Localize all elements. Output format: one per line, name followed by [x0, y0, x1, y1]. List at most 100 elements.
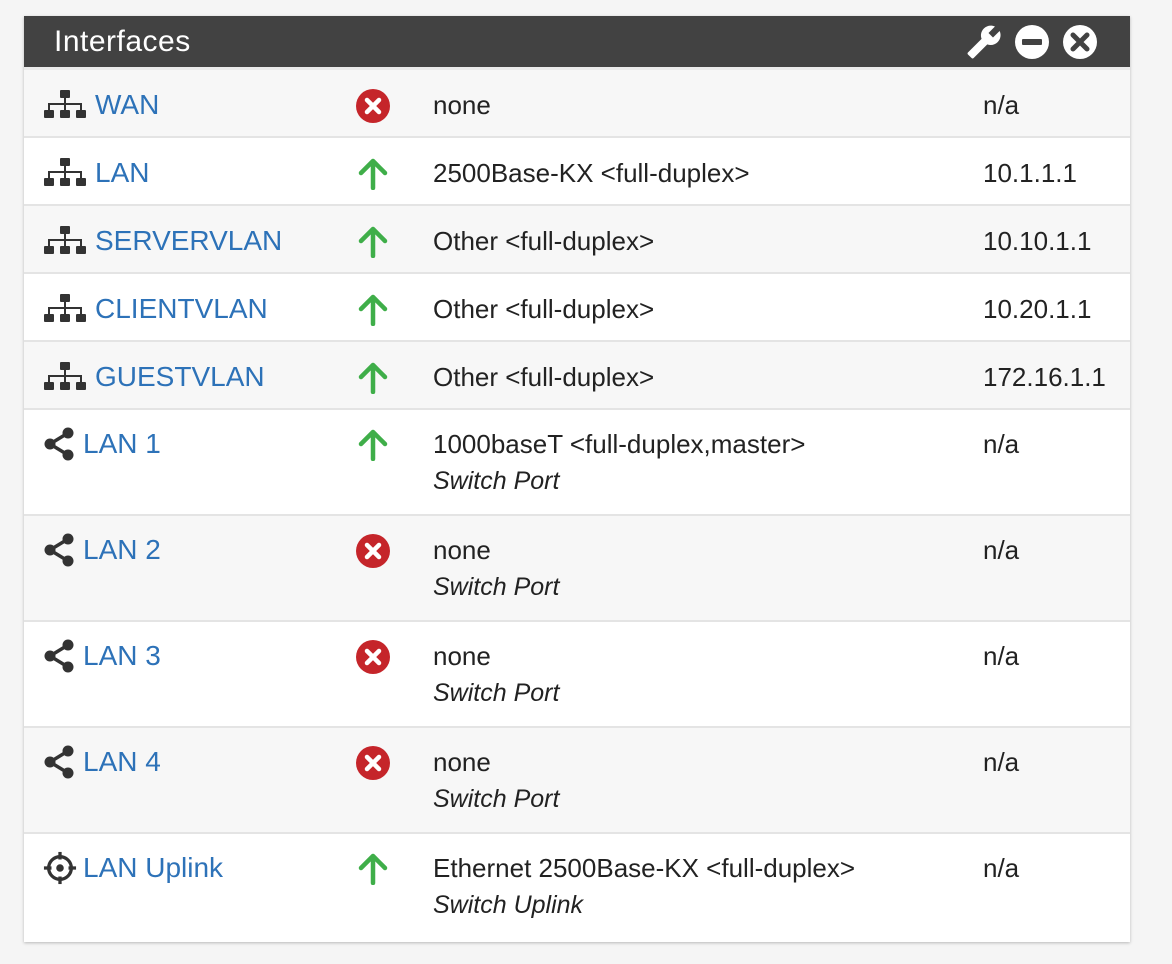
ip-address: n/a [983, 853, 1020, 883]
interface-name-cell: SERVERVLAN [24, 205, 343, 273]
wrench-icon[interactable] [966, 24, 1002, 60]
interface-link[interactable]: LAN 3 [83, 640, 161, 672]
media-subtext: Switch Port [433, 467, 560, 495]
interface-name-cell: LAN 1 [24, 409, 343, 515]
interface-media-cell: none [433, 70, 983, 137]
interface-status-cell [343, 409, 433, 515]
status-up-arrow-icon [353, 224, 393, 260]
interface-name-cell: GUESTVLAN [24, 341, 343, 409]
interface-name-cell: LAN 3 [24, 621, 343, 727]
media-text: 1000baseT <full-duplex,master> [433, 429, 806, 459]
interface-address-cell: 10.1.1.1 [983, 137, 1130, 205]
ip-address: n/a [983, 747, 1020, 777]
interface-status-cell [343, 727, 433, 833]
interface-media-cell: Ethernet 2500Base-KX <full-duplex> Switch… [433, 833, 983, 938]
share-icon [43, 533, 77, 567]
interface-link[interactable]: LAN Uplink [83, 852, 223, 884]
ip-address: n/a [983, 535, 1020, 565]
media-text: Other <full-duplex> [433, 294, 655, 324]
media-subtext: Switch Port [433, 785, 560, 813]
interface-row: CLIENTVLAN Other <full-duplex> 10.20.1.1 [24, 273, 1130, 341]
status-up-arrow-icon [353, 156, 393, 192]
ip-address: n/a [983, 90, 1020, 120]
interface-address-cell: n/a [983, 70, 1130, 137]
media-text: none [433, 535, 491, 565]
interface-media-cell: none Switch Port [433, 621, 983, 727]
interface-media-cell: none Switch Port [433, 727, 983, 833]
interface-link[interactable]: GUESTVLAN [95, 361, 265, 393]
ip-address: n/a [983, 641, 1020, 671]
interface-link[interactable]: LAN 1 [83, 428, 161, 460]
interface-media-cell: Other <full-duplex> [433, 205, 983, 273]
media-subtext: Switch Uplink [433, 891, 584, 919]
interface-link[interactable]: CLIENTVLAN [95, 293, 268, 325]
widget-header: Interfaces [24, 16, 1130, 70]
media-subtext: Switch Port [433, 679, 560, 707]
interface-media-cell: Other <full-duplex> [433, 341, 983, 409]
interface-status-cell [343, 70, 433, 137]
sitemap-icon [43, 360, 89, 394]
status-up-arrow-icon [353, 292, 393, 328]
interface-row: LAN Uplink Ethernet 2500Base-KX <full-dup… [24, 833, 1130, 938]
interface-name-cell: WAN [24, 70, 343, 137]
interface-status-cell [343, 621, 433, 727]
minus-circle-icon[interactable] [1014, 24, 1050, 60]
status-up-arrow-icon [353, 851, 393, 887]
interface-status-cell [343, 273, 433, 341]
interface-address-cell: 10.10.1.1 [983, 205, 1130, 273]
widget-title: Interfaces [54, 24, 191, 58]
interface-name-cell: CLIENTVLAN [24, 273, 343, 341]
ip-address: 10.20.1.1 [983, 294, 1092, 324]
interface-status-cell [343, 833, 433, 938]
interface-address-cell: n/a [983, 515, 1130, 621]
interface-link[interactable]: LAN [95, 157, 149, 189]
interface-row: LAN 3 none Switch Port n/a [24, 621, 1130, 727]
status-up-arrow-icon [353, 427, 393, 463]
interface-row: GUESTVLAN Other <full-duplex> 172.16.1.1 [24, 341, 1130, 409]
interface-address-cell: n/a [983, 727, 1130, 833]
interface-link[interactable]: LAN 4 [83, 746, 161, 778]
interface-address-cell: 10.20.1.1 [983, 273, 1130, 341]
interface-status-cell [343, 205, 433, 273]
interface-media-cell: Other <full-duplex> [433, 273, 983, 341]
media-text: Ethernet 2500Base-KX <full-duplex> [433, 853, 856, 883]
interface-link[interactable]: LAN 2 [83, 534, 161, 566]
interface-row: LAN 2500Base-KX <full-duplex> 10.1.1.1 [24, 137, 1130, 205]
media-subtext: Switch Port [433, 573, 560, 601]
share-icon [43, 639, 77, 673]
interface-row: WAN none n/a [24, 70, 1130, 137]
interfaces-table: WAN none n/a LAN 2500Base-KX <full-duplex> 10… [24, 70, 1130, 938]
sitemap-icon [43, 88, 89, 122]
interface-address-cell: n/a [983, 621, 1130, 727]
status-down-x-icon [353, 88, 393, 124]
interface-status-cell [343, 341, 433, 409]
interface-status-cell [343, 515, 433, 621]
interface-link[interactable]: WAN [95, 89, 159, 121]
interface-name-cell: LAN 2 [24, 515, 343, 621]
media-text: Other <full-duplex> [433, 226, 655, 256]
sitemap-icon [43, 292, 89, 326]
share-icon [43, 745, 77, 779]
interface-status-cell [343, 137, 433, 205]
ip-address: 172.16.1.1 [983, 362, 1106, 392]
interface-media-cell: 2500Base-KX <full-duplex> [433, 137, 983, 205]
media-text: 2500Base-KX <full-duplex> [433, 158, 750, 188]
interface-address-cell: n/a [983, 833, 1130, 938]
interface-row: SERVERVLAN Other <full-duplex> 10.10.1.1 [24, 205, 1130, 273]
interface-row: LAN 1 1000baseT <full-duplex,master> Switc… [24, 409, 1130, 515]
status-down-x-icon [353, 639, 393, 675]
status-down-x-icon [353, 533, 393, 569]
interface-link[interactable]: SERVERVLAN [95, 225, 282, 257]
ip-address: n/a [983, 429, 1020, 459]
interface-name-cell: LAN 4 [24, 727, 343, 833]
status-up-arrow-icon [353, 360, 393, 396]
ip-address: 10.10.1.1 [983, 226, 1092, 256]
sitemap-icon [43, 224, 89, 258]
media-text: none [433, 641, 491, 671]
ip-address: 10.1.1.1 [983, 158, 1077, 188]
interfaces-widget: Interfaces WAN none n/a LAN 2500Base-KX … [24, 16, 1130, 942]
close-circle-icon[interactable] [1062, 24, 1098, 60]
sitemap-icon [43, 156, 89, 190]
widget-actions [966, 24, 1098, 60]
interface-address-cell: 172.16.1.1 [983, 341, 1130, 409]
